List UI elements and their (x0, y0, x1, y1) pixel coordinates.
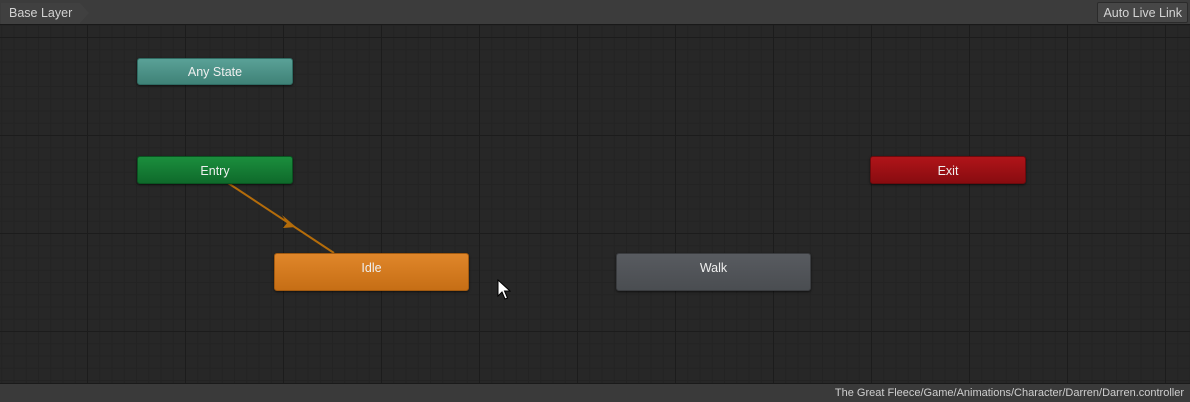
state-node-entry[interactable]: Entry (137, 156, 293, 184)
state-node-idle[interactable]: Idle (274, 253, 469, 291)
animator-window: Base Layer Auto Live Link Any State Entr… (0, 0, 1190, 402)
auto-live-link-button[interactable]: Auto Live Link (1097, 2, 1188, 23)
state-node-any-state[interactable]: Any State (137, 58, 293, 85)
animator-toolbar: Base Layer Auto Live Link (0, 0, 1190, 25)
transition-entry-to-idle[interactable] (227, 182, 335, 254)
transition-arrow-icon (282, 215, 296, 228)
state-node-walk[interactable]: Walk (616, 253, 811, 291)
breadcrumb-base-layer[interactable]: Base Layer (1, 2, 90, 24)
controller-path: The Great Fleece/Game/Animations/Charact… (834, 387, 1184, 399)
status-bar: The Great Fleece/Game/Animations/Charact… (0, 383, 1190, 402)
breadcrumb: Base Layer (0, 2, 90, 24)
arrow-cursor-icon (497, 279, 511, 300)
state-node-exit[interactable]: Exit (870, 156, 1026, 184)
state-machine-graph[interactable]: Any State Entry Exit Idle Walk (0, 25, 1190, 383)
